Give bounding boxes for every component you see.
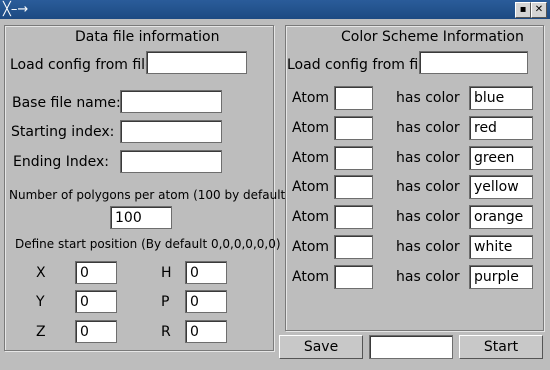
color-input[interactable] bbox=[469, 265, 533, 289]
color-load-config-label: Load config from file bbox=[287, 57, 431, 73]
h-label: H bbox=[161, 265, 172, 281]
color-input[interactable] bbox=[469, 235, 533, 259]
atom-label: Atom bbox=[292, 269, 330, 285]
color-scheme-title: Color Scheme Information bbox=[341, 29, 524, 45]
close-button[interactable]: ✕ bbox=[531, 2, 547, 18]
p-input[interactable] bbox=[185, 290, 227, 313]
ending-index-input[interactable] bbox=[120, 150, 222, 173]
ending-index-label: Ending Index: bbox=[13, 154, 109, 170]
atom-label: Atom bbox=[292, 150, 330, 166]
atom-input[interactable] bbox=[334, 175, 373, 199]
title-bar: ╳–→ ▪ ✕ bbox=[0, 0, 550, 19]
atom-label: Atom bbox=[292, 209, 330, 225]
r-label: R bbox=[161, 324, 171, 340]
has-color-label: has color bbox=[396, 269, 460, 285]
color-input[interactable] bbox=[469, 116, 533, 140]
minimize-button[interactable]: ▪ bbox=[515, 2, 531, 18]
x-input[interactable] bbox=[75, 261, 117, 284]
starting-index-input[interactable] bbox=[120, 120, 222, 143]
has-color-label: has color bbox=[396, 209, 460, 225]
load-config-label: Load config from file: bbox=[10, 57, 159, 73]
x-label: X bbox=[36, 265, 46, 281]
z-input[interactable] bbox=[75, 320, 117, 343]
save-button[interactable]: Save bbox=[279, 335, 363, 359]
atom-input[interactable] bbox=[334, 146, 373, 170]
y-label: Y bbox=[36, 294, 45, 310]
window-logo-icon: ╳–→ bbox=[3, 2, 29, 17]
base-file-input[interactable] bbox=[120, 90, 222, 113]
polygons-input[interactable] bbox=[110, 206, 172, 229]
color-input[interactable] bbox=[469, 146, 533, 170]
has-color-label: has color bbox=[396, 239, 460, 255]
starting-index-label: Starting index: bbox=[11, 124, 115, 140]
color-load-config-input[interactable] bbox=[419, 51, 528, 74]
color-input[interactable] bbox=[469, 86, 533, 110]
atom-input[interactable] bbox=[334, 265, 373, 289]
has-color-label: has color bbox=[396, 120, 460, 136]
save-name-input[interactable] bbox=[369, 335, 453, 359]
z-label: Z bbox=[36, 324, 46, 340]
start-position-label: Define start position (By default 0,0,0,… bbox=[15, 237, 281, 251]
data-file-title: Data file information bbox=[75, 29, 220, 45]
atom-label: Atom bbox=[292, 90, 330, 106]
has-color-label: has color bbox=[396, 90, 460, 106]
base-file-label: Base file name: bbox=[12, 95, 121, 111]
color-input[interactable] bbox=[469, 205, 533, 229]
atom-label: Atom bbox=[292, 239, 330, 255]
atom-label: Atom bbox=[292, 179, 330, 195]
r-input[interactable] bbox=[185, 320, 227, 343]
p-label: P bbox=[161, 294, 170, 310]
load-config-input[interactable] bbox=[146, 51, 247, 74]
atom-input[interactable] bbox=[334, 86, 373, 110]
h-input[interactable] bbox=[185, 261, 227, 284]
atom-label: Atom bbox=[292, 120, 330, 136]
atom-input[interactable] bbox=[334, 116, 373, 140]
has-color-label: has color bbox=[396, 179, 460, 195]
polygons-label: Number of polygons per atom (100 by defa… bbox=[9, 188, 294, 202]
y-input[interactable] bbox=[75, 290, 117, 313]
has-color-label: has color bbox=[396, 150, 460, 166]
start-button[interactable]: Start bbox=[459, 335, 543, 359]
color-input[interactable] bbox=[469, 175, 533, 199]
atom-input[interactable] bbox=[334, 205, 373, 229]
atom-input[interactable] bbox=[334, 235, 373, 259]
